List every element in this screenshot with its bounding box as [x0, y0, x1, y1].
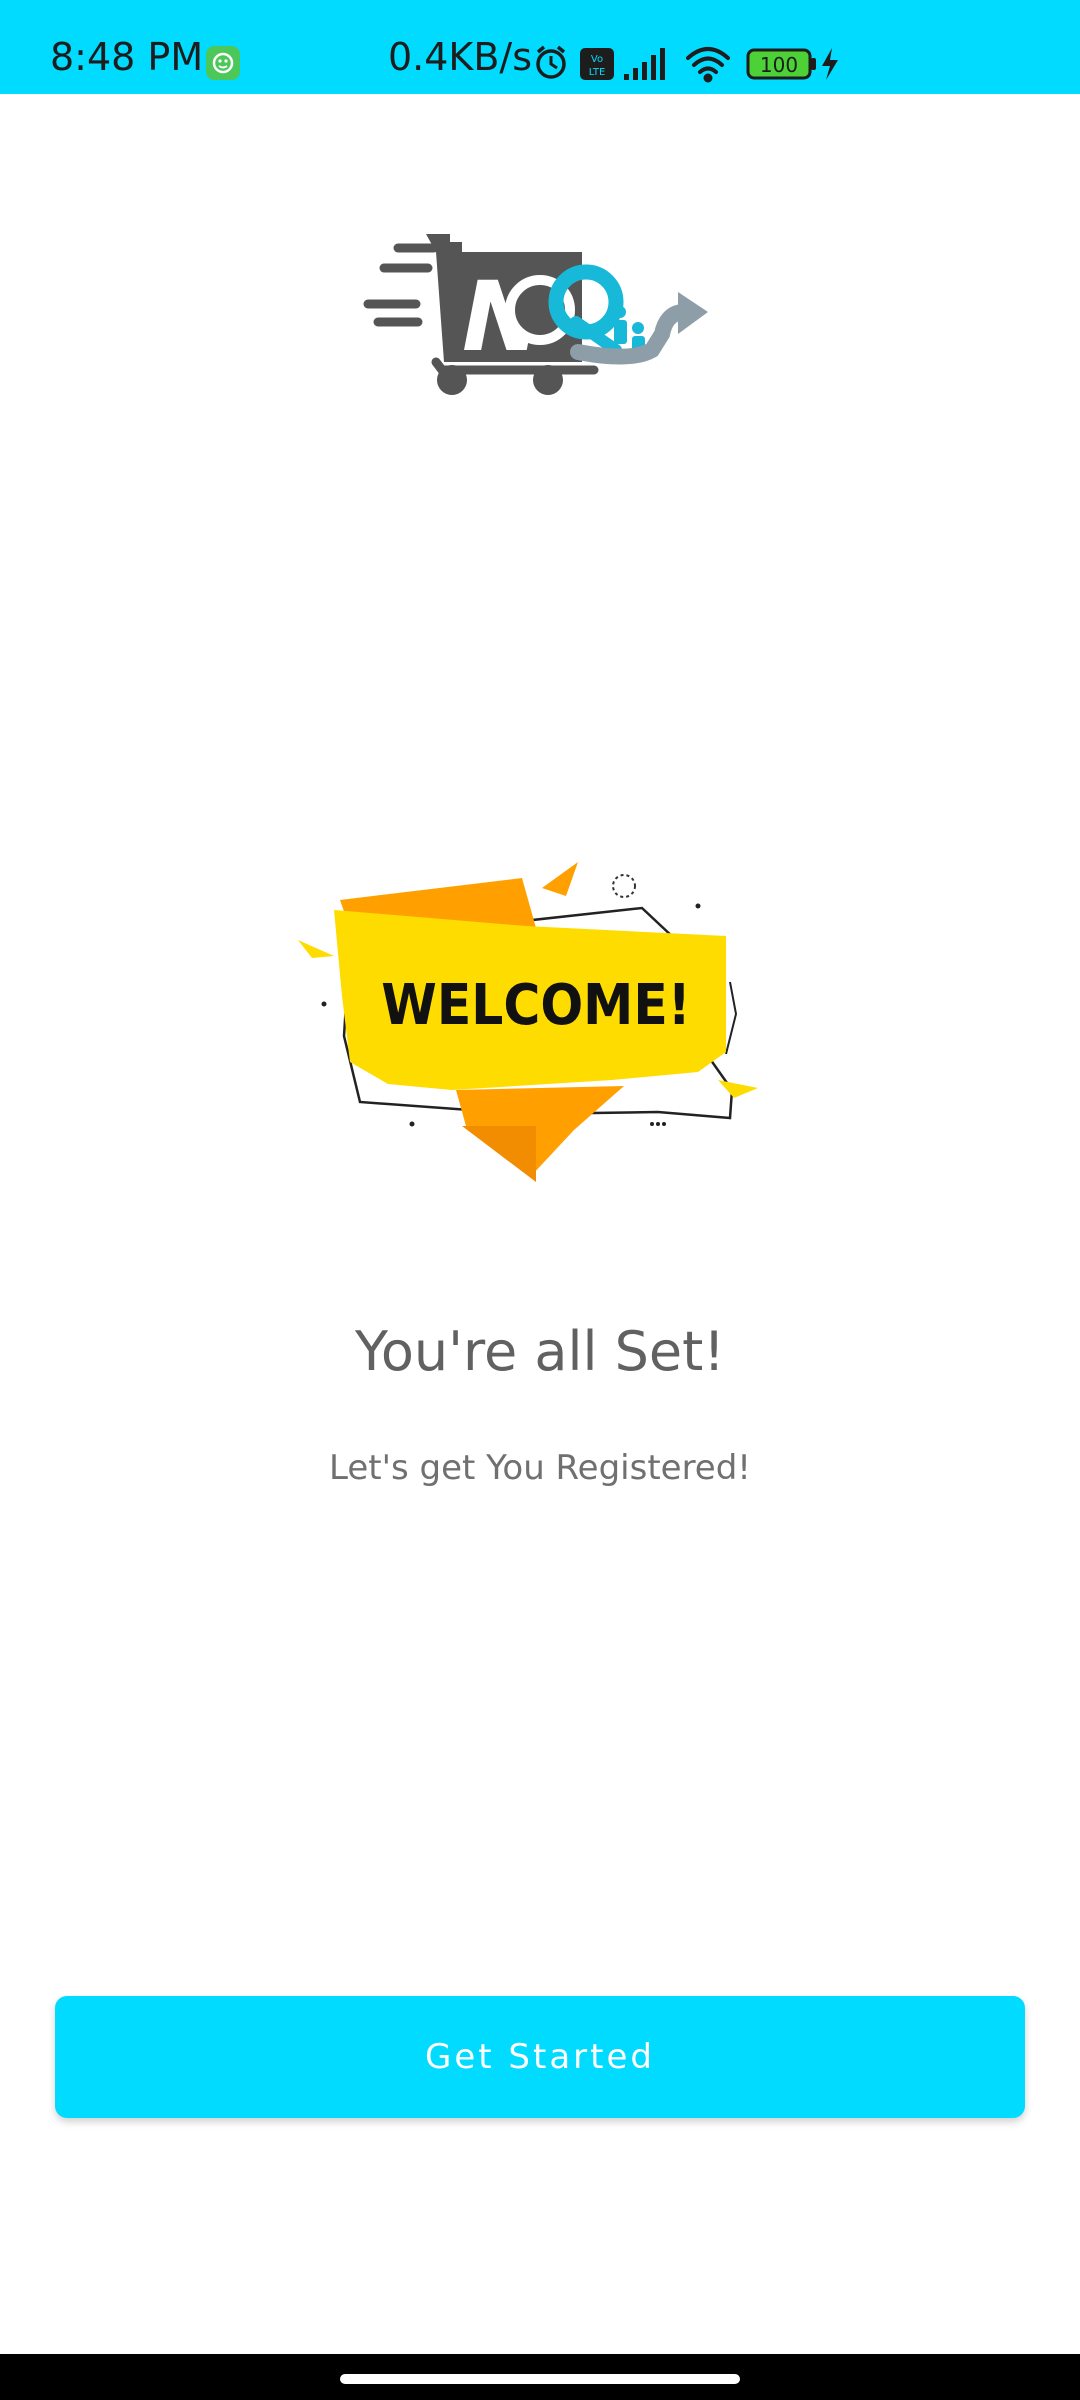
- speed-lines-icon: [363, 243, 439, 327]
- welcome-banner-text: WELCOME!: [381, 973, 690, 1038]
- welcome-banner-image: WELCOME!: [298, 862, 758, 1182]
- signal-icon: [624, 48, 665, 80]
- app-notification-icon: [206, 46, 240, 80]
- wifi-icon: [686, 47, 730, 83]
- alarm-icon: [536, 45, 566, 79]
- welcome-screen: 8:48 PM 0.4KB/s Vo LTE 100 N WELCOME! Yo…: [0, 0, 1080, 2400]
- noq-logo: N: [363, 234, 708, 395]
- home-indicator[interactable]: [340, 2374, 740, 2384]
- get-started-button[interactable]: Get Started: [55, 1996, 1025, 2118]
- status-icons: Vo LTE 100: [536, 45, 838, 83]
- status-bar: 8:48 PM 0.4KB/s Vo LTE 100: [0, 0, 1080, 94]
- navigation-bar: [0, 2354, 1080, 2400]
- page-subtitle: Let's get You Registered!: [329, 1448, 751, 1488]
- charging-icon: [822, 48, 838, 80]
- page-title: You're all Set!: [355, 1320, 725, 1383]
- network-speed: 0.4KB/s: [388, 35, 533, 79]
- volte-icon: Vo LTE: [580, 48, 614, 80]
- status-time: 8:48 PM: [50, 35, 204, 79]
- svg-text:Vo: Vo: [591, 54, 603, 65]
- battery-icon: 100: [746, 48, 816, 80]
- svg-text:LTE: LTE: [589, 67, 606, 78]
- svg-text:100: 100: [760, 53, 798, 77]
